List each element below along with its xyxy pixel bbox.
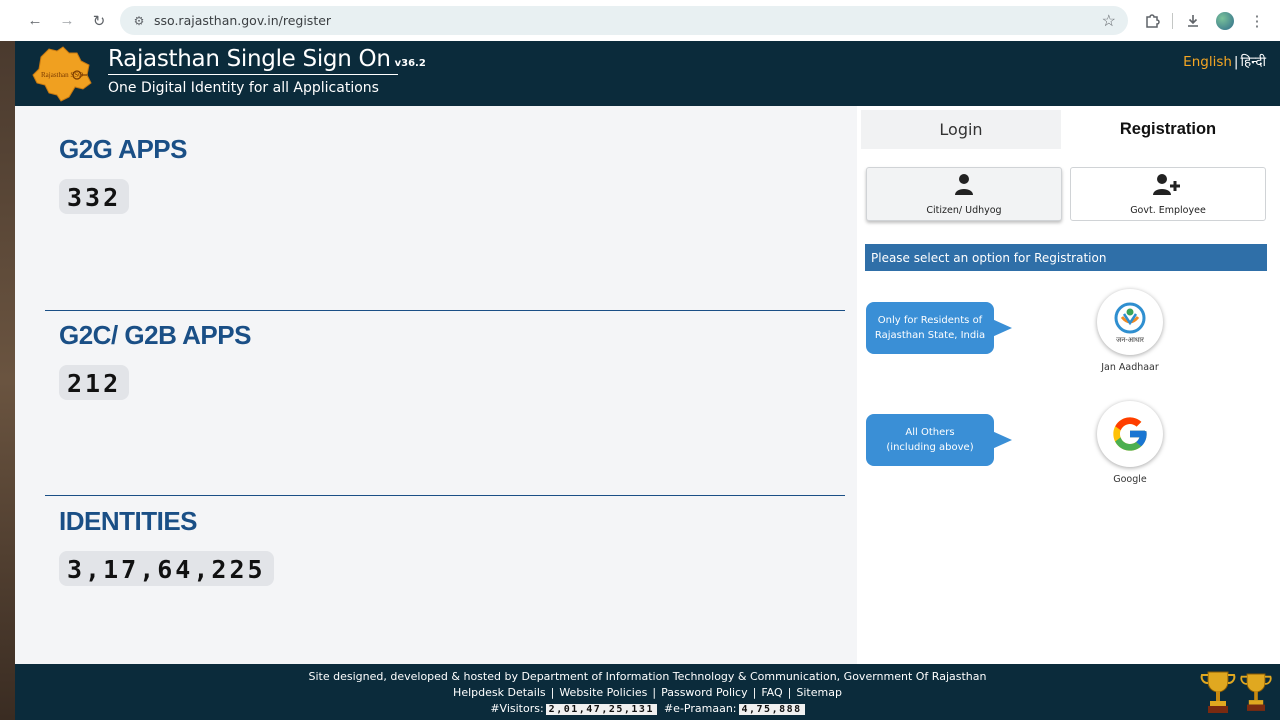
- site-version: v36.2: [394, 58, 426, 69]
- section-divider: [45, 495, 845, 496]
- bookmark-star-icon[interactable]: ☆: [1102, 11, 1116, 31]
- address-bar[interactable]: ⚙ sso.rajasthan.gov.in/register ☆: [120, 6, 1128, 35]
- auth-panel: Login Registration Citizen/ Udhyog Govt.…: [857, 106, 1280, 664]
- stat-counter: 3,17,64,225: [59, 551, 274, 586]
- citizen-udhyog-button[interactable]: Citizen/ Udhyog: [866, 167, 1062, 221]
- extensions-icon[interactable]: [1140, 9, 1164, 33]
- site-title: Rajasthan Single Sign On: [108, 46, 391, 72]
- footer-links: Helpdesk Details | Website Policies | Passwo…: [453, 686, 842, 699]
- citizen-udhyog-label: Citizen/ Udhyog: [926, 204, 1002, 216]
- stat-counter: 212: [59, 365, 130, 400]
- google-button[interactable]: [1097, 401, 1163, 467]
- trophy-icon: [1200, 671, 1236, 713]
- stat-identities: IDENTITIES 3,17,64,225: [59, 506, 274, 586]
- footer-link-password-policy[interactable]: Password Policy: [661, 686, 748, 699]
- visitors-label: #Visitors:: [490, 702, 544, 715]
- desktop-edge: [0, 41, 15, 720]
- govt-employee-button[interactable]: Govt. Employee: [1070, 167, 1266, 221]
- site-info-icon[interactable]: ⚙: [128, 14, 150, 28]
- profile-avatar[interactable]: [1213, 9, 1237, 33]
- footer-credit: Site designed, developed & hosted by Dep…: [308, 670, 987, 683]
- stat-g2g: G2G APPS 332: [59, 134, 187, 214]
- footer-link-helpdesk[interactable]: Helpdesk Details: [453, 686, 546, 699]
- svg-text:जन-आधार: जन-आधार: [1116, 336, 1144, 344]
- forward-icon[interactable]: →: [54, 8, 80, 34]
- award-trophies: [1198, 668, 1274, 716]
- site-tagline: One Digital Identity for all Application…: [108, 80, 379, 96]
- lang-separator: |: [1233, 54, 1239, 70]
- browser-toolbar: ← → ↻ ⚙ sso.rajasthan.gov.in/register ☆ …: [0, 0, 1280, 41]
- site-header: Rajasthan SSO Rajasthan Single Sign On v3…: [15, 41, 1280, 106]
- user-plus-icon: [1153, 173, 1183, 200]
- lang-hindi-link[interactable]: हिन्दी: [1240, 54, 1266, 70]
- jan-aadhaar-button[interactable]: जन-आधार: [1097, 289, 1163, 355]
- callout-line: All Others: [905, 427, 955, 438]
- residents-callout: Only for Residents of Rajasthan State, I…: [866, 301, 1012, 355]
- callout-line: Only for Residents of: [877, 315, 983, 326]
- lang-english-link[interactable]: English: [1183, 54, 1232, 70]
- toolbar-separator: [1172, 13, 1173, 29]
- registration-notice: Please select an option for Registration: [865, 244, 1267, 271]
- footer-link-sitemap[interactable]: Sitemap: [796, 686, 842, 699]
- callout-line: Rajasthan State, India: [874, 330, 986, 341]
- stat-counter: 332: [59, 179, 130, 214]
- tab-registration[interactable]: Registration: [1068, 110, 1268, 149]
- stat-g2c-g2b: G2C/ G2B APPS 212: [59, 320, 251, 400]
- all-others-callout: All Others (including above): [866, 413, 1012, 467]
- language-switcher: English | हिन्दी: [1183, 52, 1266, 70]
- footer-counters: #Visitors: 2,01,47,25,131 #e-Pramaan: 4,75…: [15, 702, 1280, 715]
- trophy-icon: [1240, 673, 1272, 711]
- footer-link-website-policies[interactable]: Website Policies: [559, 686, 647, 699]
- stat-title: G2C/ G2B APPS: [59, 320, 251, 350]
- footer-link-faq[interactable]: FAQ: [761, 686, 782, 699]
- jan-aadhaar-logo-icon: जन-आधार: [1114, 302, 1146, 344]
- epramaan-counter: 4,75,888: [738, 704, 805, 715]
- stat-title: G2G APPS: [59, 134, 187, 164]
- download-icon[interactable]: [1181, 9, 1205, 33]
- user-icon: [955, 173, 973, 200]
- stats-area: G2G APPS 332 G2C/ G2B APPS 212 IDENTITIE…: [15, 106, 857, 664]
- url-text[interactable]: sso.rajasthan.gov.in/register: [154, 13, 331, 28]
- jan-aadhaar-label: Jan Aadhaar: [1101, 362, 1159, 373]
- visitors-counter: 2,01,47,25,131: [545, 704, 657, 715]
- site-footer: Site designed, developed & hosted by Dep…: [15, 664, 1280, 720]
- google-g-icon: [1113, 417, 1147, 451]
- epramaan-label: #e-Pramaan:: [663, 702, 737, 715]
- tab-login[interactable]: Login: [861, 110, 1061, 149]
- section-divider: [45, 310, 845, 311]
- svg-text:Rajasthan SSO: Rajasthan SSO: [41, 71, 83, 79]
- title-underline: [108, 74, 398, 75]
- reload-icon[interactable]: ↻: [86, 8, 112, 34]
- govt-employee-label: Govt. Employee: [1130, 204, 1206, 216]
- rajasthan-map-logo[interactable]: Rajasthan SSO: [27, 45, 95, 103]
- menu-kebab-icon[interactable]: ⋮: [1245, 9, 1269, 33]
- callout-line: (including above): [886, 442, 974, 453]
- google-label: Google: [1113, 474, 1147, 485]
- back-icon[interactable]: ←: [22, 8, 48, 34]
- stat-title: IDENTITIES: [59, 506, 198, 536]
